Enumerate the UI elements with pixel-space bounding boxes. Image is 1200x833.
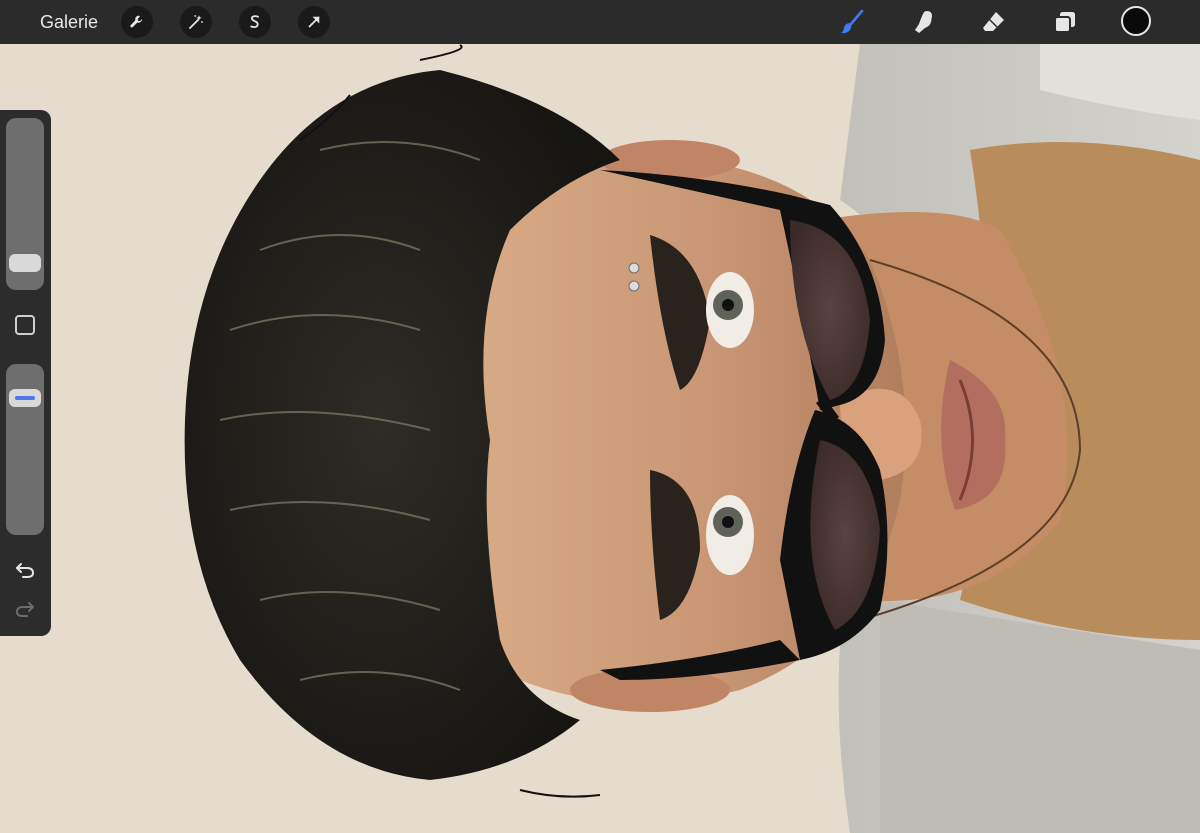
layers-button[interactable] bbox=[1051, 8, 1079, 36]
selection-s-icon bbox=[250, 15, 259, 28]
wrench-icon bbox=[130, 15, 143, 28]
brush-size-slider-thumb[interactable] bbox=[9, 254, 41, 273]
eraser-tool-button[interactable] bbox=[980, 8, 1008, 36]
layers-icon bbox=[1054, 12, 1075, 33]
undo-button[interactable] bbox=[12, 557, 38, 583]
procreate-app: Galerie bbox=[0, 0, 1200, 833]
smudge-finger-icon bbox=[915, 11, 932, 33]
paint-tool-button[interactable] bbox=[838, 8, 866, 36]
color-picker-swatch[interactable] bbox=[1121, 6, 1151, 36]
drawing-canvas[interactable] bbox=[0, 44, 1200, 833]
redo-arrow-icon bbox=[15, 602, 34, 617]
gallery-button[interactable]: Galerie bbox=[40, 12, 98, 32]
magic-wand-icon bbox=[189, 15, 203, 29]
eraser-icon bbox=[983, 12, 1004, 31]
portrait-artwork bbox=[0, 44, 1200, 833]
square-outline-icon[interactable] bbox=[15, 315, 35, 335]
arrow-cursor-icon bbox=[308, 16, 320, 28]
actions-button[interactable] bbox=[121, 6, 153, 38]
redo-button[interactable] bbox=[12, 596, 38, 622]
top-toolbar: Galerie bbox=[0, 0, 1200, 44]
brush-size-slider[interactable] bbox=[6, 118, 44, 290]
transform-button[interactable] bbox=[298, 6, 330, 38]
opacity-slider-thumb[interactable] bbox=[9, 389, 41, 408]
selection-button[interactable] bbox=[239, 6, 271, 38]
undo-arrow-icon bbox=[16, 563, 35, 578]
adjustments-button[interactable] bbox=[180, 6, 212, 38]
left-sidebar bbox=[0, 110, 51, 636]
smudge-tool-button[interactable] bbox=[909, 8, 937, 36]
brush-icon bbox=[841, 9, 864, 34]
opacity-slider[interactable] bbox=[6, 364, 44, 535]
